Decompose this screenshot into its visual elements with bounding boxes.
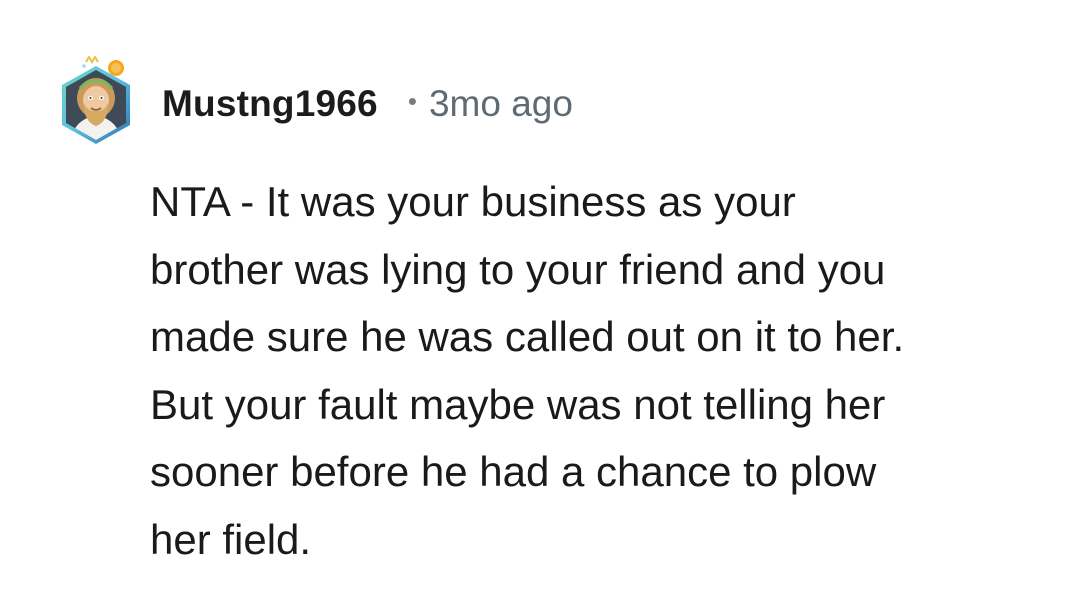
user-avatar[interactable]	[56, 55, 136, 144]
comment-body-line: brother was lying to your friend and you	[150, 245, 886, 293]
comment-body-line: made sure he was called out on it to her…	[150, 313, 905, 360]
comment-header: Mustng1966 • 3mo ago	[162, 80, 573, 128]
meta-separator: •	[407, 85, 417, 116]
comment-timestamp[interactable]: 3mo ago	[429, 83, 573, 125]
comment-body: NTA - It was your business as your broth…	[150, 168, 1050, 573]
comment: Mustng1966 • 3mo ago NTA - It was your b…	[0, 0, 1080, 604]
bearded-man-avatar-icon	[62, 55, 130, 144]
comment-body-line: But your fault maybe was not telling her	[150, 380, 886, 428]
comment-body-line: her field.	[150, 515, 312, 563]
comment-body-line: NTA - It was your business as your	[150, 178, 796, 225]
author-username[interactable]: Mustng1966	[162, 83, 378, 125]
comment-body-line: sooner before he had a chance to plow	[150, 448, 877, 495]
